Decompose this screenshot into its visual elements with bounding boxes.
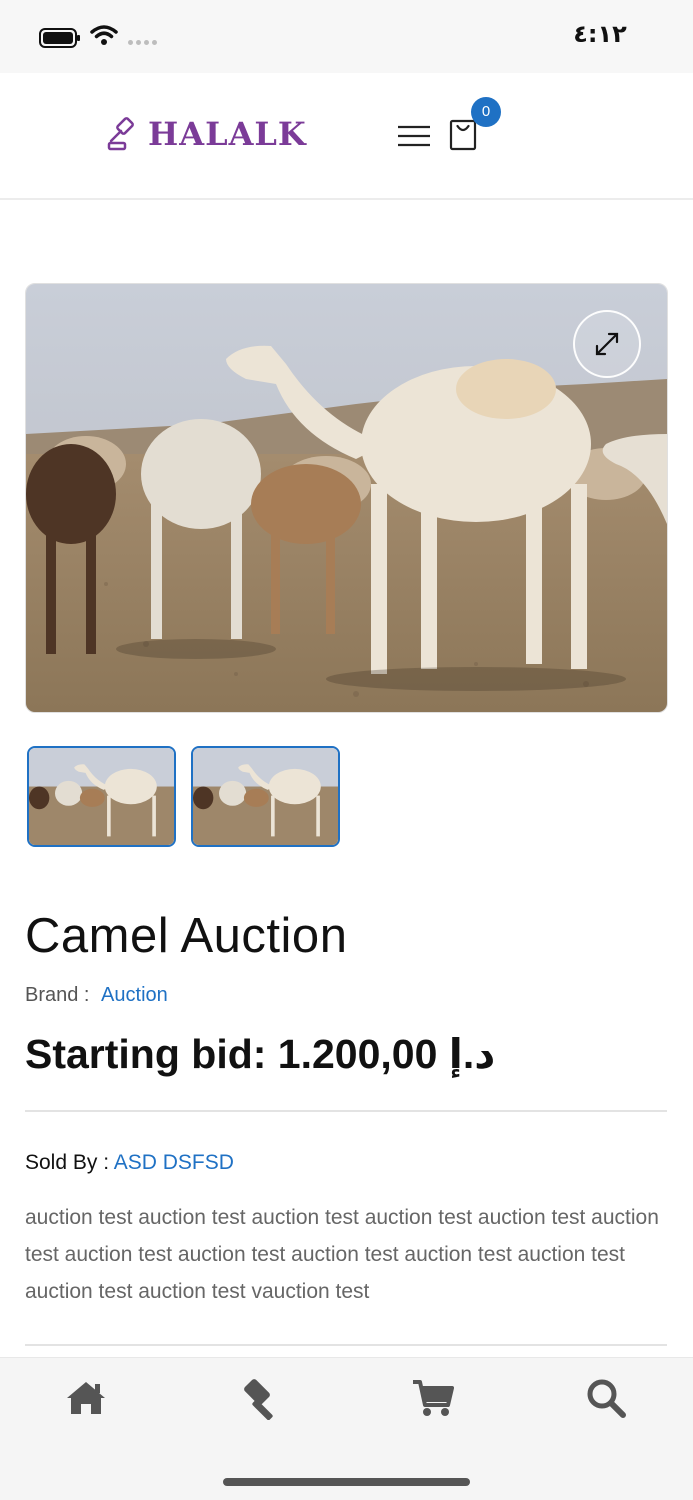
- divider: [25, 1110, 667, 1112]
- status-bar: ٤:١٢: [0, 0, 693, 73]
- battery-icon: [39, 28, 80, 48]
- status-time: ٤:١٢: [573, 20, 627, 48]
- brand-row: Brand : Auction: [25, 984, 168, 1007]
- shopping-bag-icon[interactable]: [449, 117, 477, 151]
- hamburger-menu-button[interactable]: [397, 125, 431, 147]
- app-header: HALALK 0: [0, 73, 693, 200]
- starting-bid-price: Starting bid: 1.200,00 د.إ: [25, 1031, 496, 1077]
- gavel-icon: [244, 1379, 273, 1420]
- sold-by-label: Sold By :: [25, 1151, 110, 1174]
- search-icon: [587, 1379, 626, 1418]
- cart-icon: [413, 1380, 454, 1416]
- bottom-navigation: [0, 1357, 693, 1443]
- nav-search-button[interactable]: [584, 1376, 628, 1420]
- product-description: auction test auction test auction test a…: [25, 1206, 659, 1303]
- sold-by-row: Sold By : ASD DSFSD: [25, 1151, 234, 1175]
- camels-photo: [26, 284, 667, 712]
- product-main-image[interactable]: [25, 283, 668, 713]
- camels-photo: [193, 748, 338, 845]
- brand-link[interactable]: Auction: [101, 984, 168, 1006]
- logo-text: HALALK: [148, 115, 307, 153]
- home-indicator-area: [0, 1442, 693, 1500]
- nav-home-button[interactable]: [64, 1376, 108, 1420]
- product-title: Camel Auction: [25, 909, 348, 963]
- home-indicator[interactable]: [223, 1478, 470, 1486]
- thumbnail-1[interactable]: [27, 746, 176, 847]
- gavel-logo-icon: [107, 117, 134, 151]
- logo[interactable]: HALALK: [106, 115, 307, 153]
- nav-cart-button[interactable]: [411, 1376, 455, 1420]
- expand-icon: [595, 332, 619, 356]
- signal-icon: [128, 40, 157, 45]
- divider: [25, 1344, 667, 1346]
- nav-auction-button[interactable]: [237, 1376, 281, 1420]
- wifi-icon: [90, 25, 118, 45]
- camels-photo: [29, 748, 174, 845]
- seller-link[interactable]: ASD DSFSD: [114, 1151, 234, 1174]
- brand-label: Brand :: [25, 984, 90, 1006]
- home-icon: [67, 1382, 105, 1414]
- cart-count-badge: 0: [471, 97, 501, 127]
- expand-button[interactable]: [573, 310, 641, 378]
- thumbnail-2[interactable]: [191, 746, 340, 847]
